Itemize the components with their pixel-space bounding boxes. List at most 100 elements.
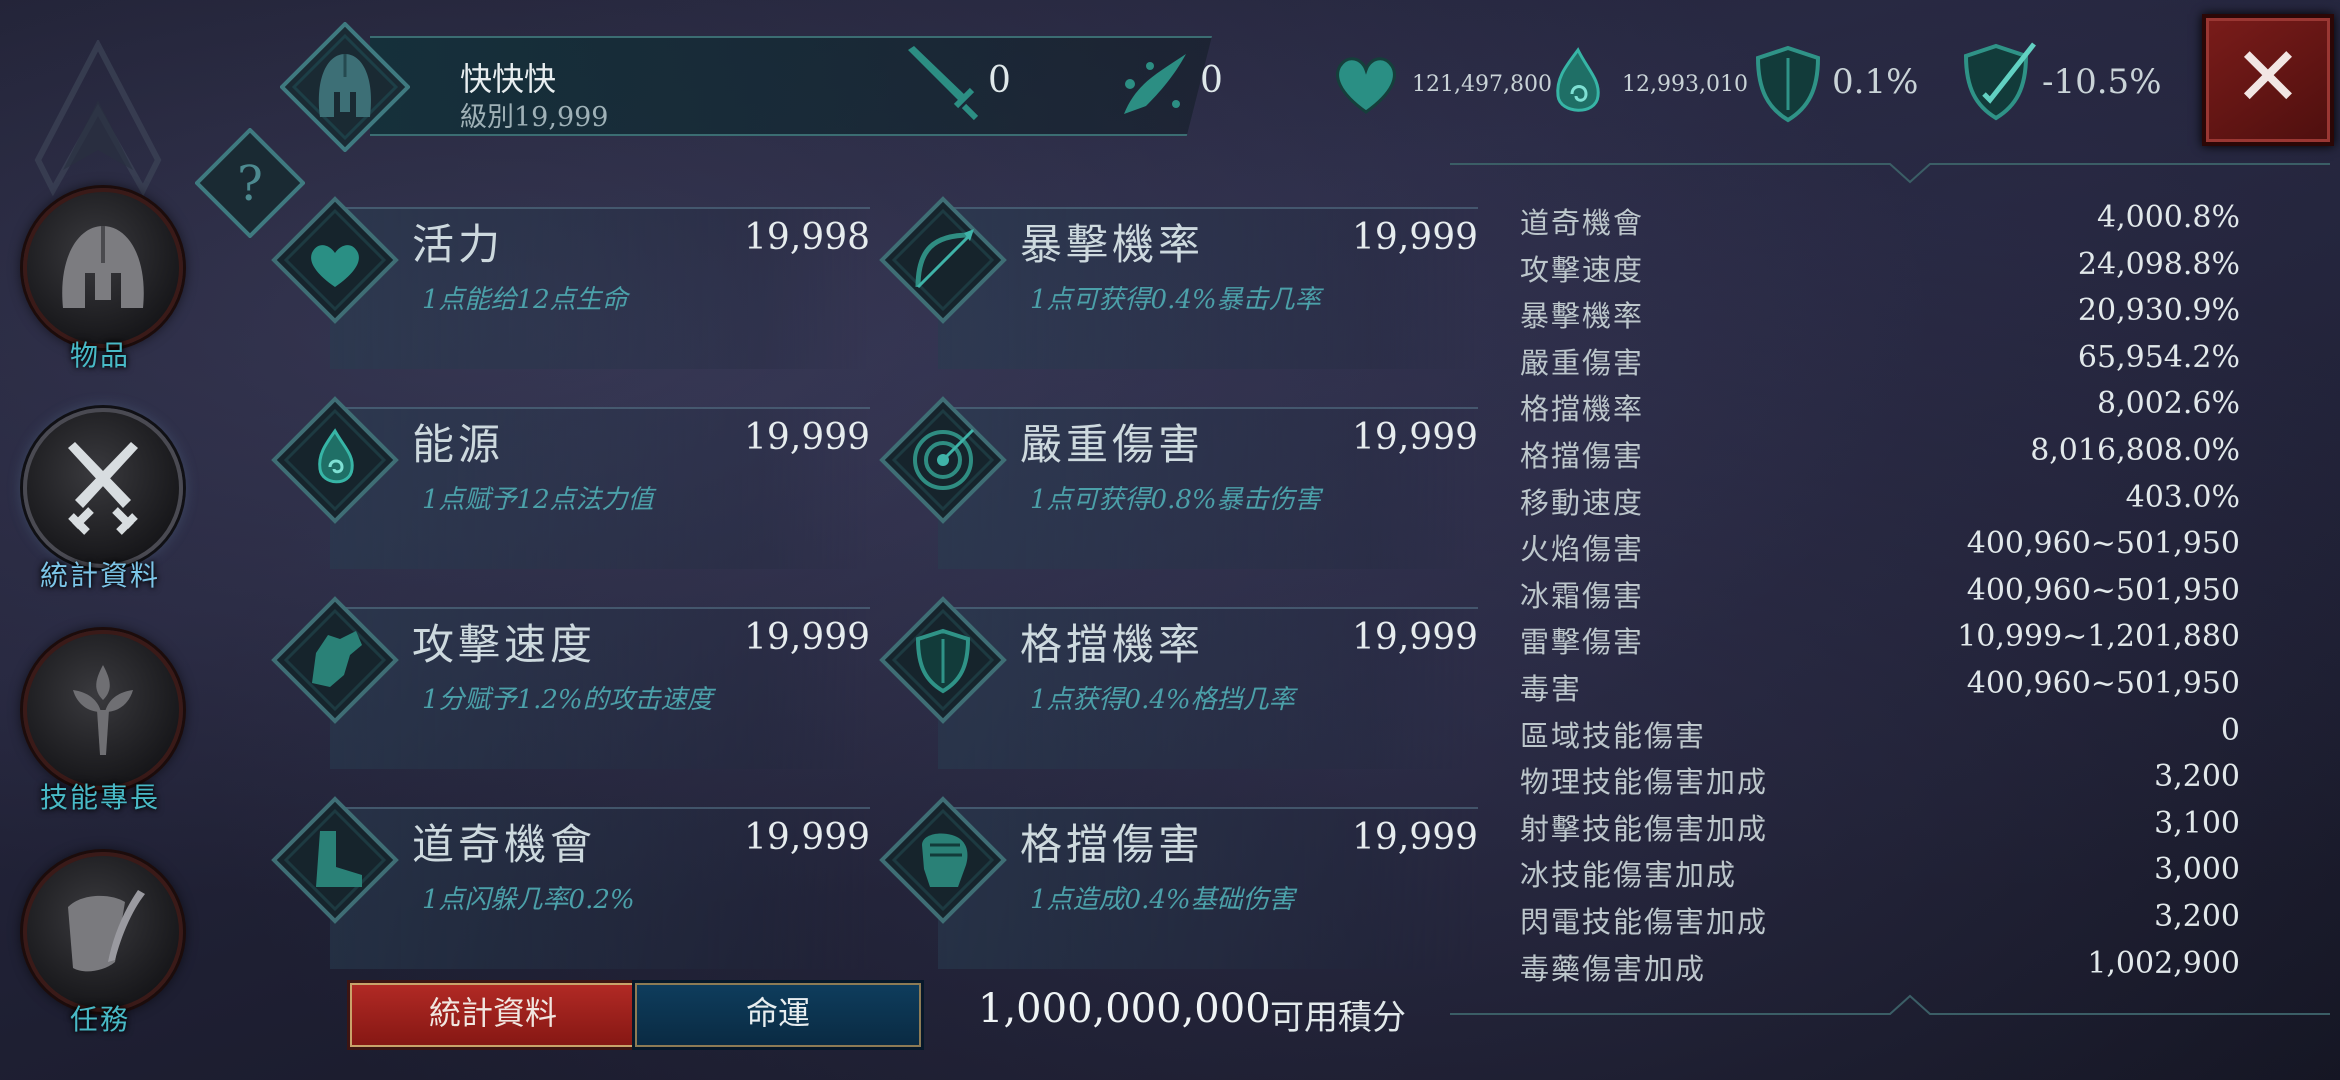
stat-card-icon-frame: [879, 396, 1007, 524]
question-icon: ?: [237, 156, 263, 212]
stat-card-description: 1点可获得0.4%暴击几率: [1030, 285, 1321, 315]
stat-row-label: 雷擊傷害: [1520, 625, 1645, 660]
scroll-quill-icon: [68, 890, 145, 972]
stat-row-value: 8,016,808.0%: [2030, 433, 2240, 468]
stat-row: 物理技能傷害加成 3,200: [1520, 759, 2240, 805]
stat-row: 雷擊傷害 10,999~1,201,880: [1520, 619, 2240, 665]
nav-quests-circle: [23, 852, 183, 1012]
stat-card-icon-frame: [271, 196, 399, 324]
stat-row-label: 冰技能傷害加成: [1520, 858, 1738, 893]
nav-statistics-circle: [23, 408, 183, 568]
stat-card[interactable]: 格擋機率 19,999 1点获得0.4%格挡几率: [878, 595, 1478, 795]
stat-list-frame-bottom: [1450, 994, 2330, 1015]
energy-total: 12,993,010: [1622, 72, 1748, 97]
stat-card-value: 19,999: [744, 817, 870, 858]
nav-quests-label: 任務: [69, 1003, 130, 1036]
stat-card-value: 19,999: [744, 617, 870, 658]
stat-row: 閃電技能傷害加成 3,200: [1520, 899, 2240, 945]
stat-card-value: 19,999: [1352, 417, 1478, 458]
stat-card-value: 19,999: [1352, 217, 1478, 258]
stat-row: 暴擊機率 20,930.9%: [1520, 293, 2240, 339]
stat-row-label: 移動速度: [1520, 485, 1645, 520]
stat-row: 冰霜傷害 400,960~501,950: [1520, 573, 2240, 619]
stat-row-value: 10,999~1,201,880: [1957, 619, 2240, 655]
stat-row-value: 3,100: [2154, 805, 2240, 841]
stat-row: 格擋傷害 8,016,808.0%: [1520, 433, 2240, 479]
character-name: 快快快: [460, 60, 557, 98]
stat-row-label: 道奇機會: [1520, 206, 1645, 240]
shield-icon: [1755, 45, 1821, 123]
nav-skills-circle: [23, 630, 183, 790]
helmet-icon: [62, 226, 144, 308]
fist-icon: [922, 833, 968, 887]
stat-card-icon-frame: [879, 596, 1007, 724]
energy-swirl-icon: [1556, 47, 1600, 112]
stat-row-value: 3,200: [2154, 899, 2240, 934]
tab-statistics[interactable]: 統計資料: [347, 980, 639, 1050]
nav-statistics-label: 統計資料: [39, 559, 160, 592]
stat-row-label: 物理技能傷害加成: [1520, 765, 1769, 800]
splash-icon: [1124, 54, 1186, 114]
stat-row: 火焰傷害 400,960~501,950: [1520, 526, 2240, 572]
stat-card-title: 格擋機率: [1020, 620, 1205, 669]
stat-row-label: 格擋機率: [1520, 392, 1645, 427]
stat-row-value: 20,930.9%: [2077, 293, 2240, 329]
defense-value: 0.1%: [1832, 62, 1919, 102]
stat-card-title: 活力: [412, 220, 505, 269]
stat-card[interactable]: 嚴重傷害 19,999 1点可获得0.8%暴击伤害: [878, 395, 1478, 595]
stat-row-label: 嚴重傷害: [1520, 345, 1645, 380]
tab-fate[interactable]: 命運: [632, 980, 924, 1050]
stat-card-description: 1点可获得0.8%暴击伤害: [1030, 485, 1321, 515]
stat-row-label: 冰霜傷害: [1520, 578, 1645, 613]
stat-row-label: 格擋傷害: [1520, 439, 1645, 473]
stat-card-title: 暴擊機率: [1020, 220, 1205, 269]
stat-row-value: 403.0%: [2125, 479, 2240, 515]
stat-card-title: 能源: [412, 420, 505, 469]
attack-value: 0: [988, 60, 1011, 101]
stat-card-value: 19,999: [744, 417, 870, 458]
stat-card-description: 1点闪躲几率0.2%: [422, 885, 635, 915]
stat-card-value: 19,998: [744, 217, 870, 258]
stat-card-description: 1点获得0.4%格挡几率: [1030, 685, 1295, 715]
nav-skills-label: 技能專長: [39, 781, 160, 814]
stat-row-label: 毒害: [1520, 672, 1583, 706]
stat-card-description: 1分赋予1.2%的攻击速度: [422, 685, 713, 715]
stat-card[interactable]: 格擋傷害 19,999 1点造成0.4%基础伤害: [878, 795, 1478, 995]
nav-skills[interactable]: 技能專長: [20, 630, 183, 830]
close-button[interactable]: ✕: [2202, 14, 2334, 146]
stat-row-value: 3,200: [2154, 759, 2240, 795]
available-points-label: 可用積分: [1270, 998, 1406, 1038]
stat-row-label: 區域技能傷害: [1520, 718, 1707, 753]
nav-statistics[interactable]: 統計資料: [20, 408, 183, 608]
stat-card-icon-frame: [271, 396, 399, 524]
stat-card[interactable]: 暴擊機率 19,999 1点可获得0.4%暴击几率: [878, 195, 1478, 395]
stat-row-label: 射擊技能傷害加成: [1520, 811, 1769, 846]
stat-row-value: 4,000.8%: [2096, 200, 2240, 235]
stat-row-value: 65,954.2%: [2077, 339, 2240, 375]
nav-items-circle: [23, 188, 183, 348]
stat-row: 格擋機率 8,002.6%: [1520, 386, 2240, 432]
stat-row-value: 0: [2220, 712, 2240, 748]
stat-row: 道奇機會 4,000.8%: [1520, 200, 2240, 246]
stat-row-value: 1,002,900: [2087, 945, 2240, 981]
stat-row: 毒害 400,960~501,950: [1520, 666, 2240, 712]
stat-card-title: 格擋傷害: [1020, 820, 1205, 869]
sword-icon: [908, 46, 979, 121]
stat-card[interactable]: 道奇機會 19,999 1点闪躲几率0.2%: [270, 795, 870, 995]
stat-row: 冰技能傷害加成 3,000: [1520, 852, 2240, 898]
stat-card[interactable]: 攻擊速度 19,999 1分赋予1.2%的攻击速度: [270, 595, 870, 795]
stat-row-label: 毒藥傷害加成: [1520, 951, 1707, 986]
stat-row-label: 攻擊速度: [1520, 252, 1645, 287]
stat-card[interactable]: 活力 19,998 1点能给12点生命: [270, 195, 870, 395]
stat-card[interactable]: 能源 19,999 1点赋予12点法力值: [270, 395, 870, 595]
nav-items[interactable]: 物品: [20, 188, 183, 388]
resistance-value: -10.5%: [2042, 62, 2162, 102]
stat-card-value: 19,999: [1352, 817, 1478, 858]
stat-card-description: 1点造成0.4%基础伤害: [1030, 885, 1295, 915]
stat-row: 攻擊速度 24,098.8%: [1520, 247, 2240, 293]
stat-row-value: 3,000: [2154, 852, 2240, 888]
stat-row-label: 閃電技能傷害加成: [1520, 905, 1769, 939]
stat-row: 區域技能傷害 0: [1520, 713, 2240, 759]
stat-card-icon-frame: [271, 596, 399, 724]
nav-quests[interactable]: 任務: [20, 852, 183, 1052]
